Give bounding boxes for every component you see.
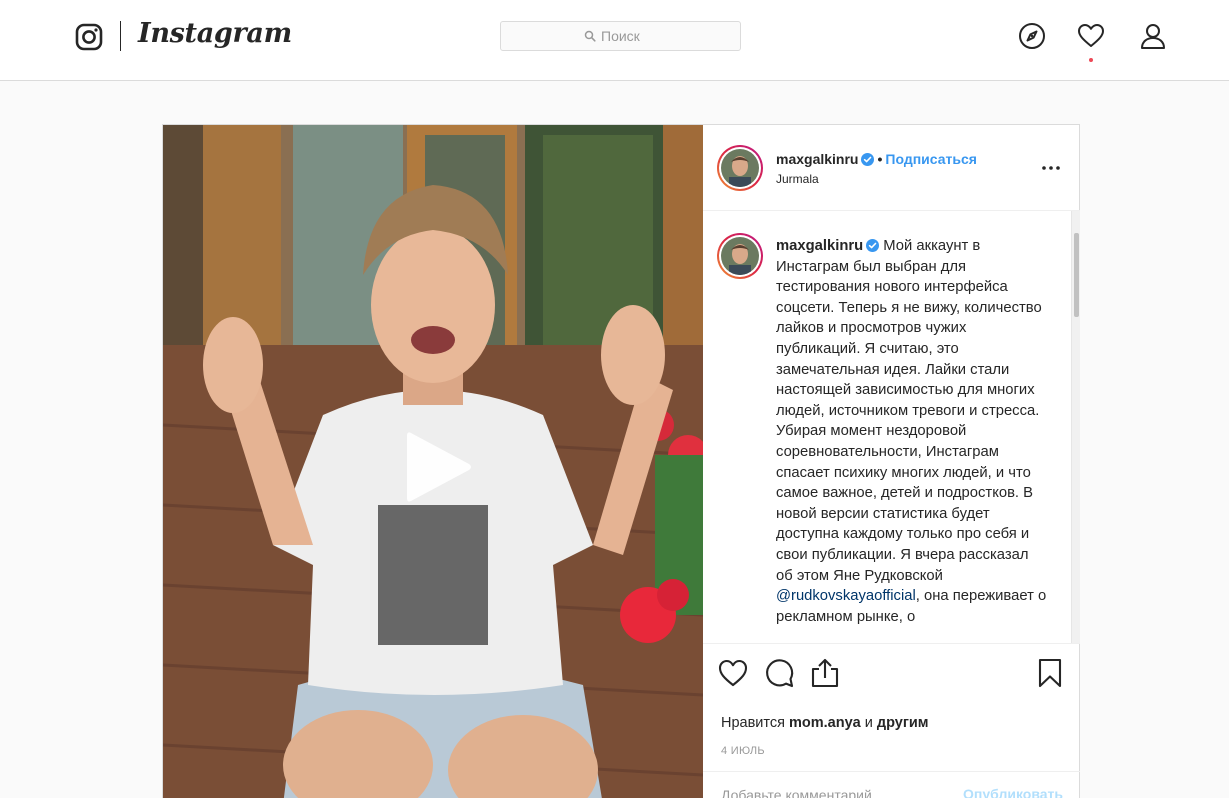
instagram-wordmark[interactable]: Instagram xyxy=(138,18,292,49)
likes-and: и xyxy=(864,715,873,731)
heart-icon[interactable] xyxy=(1077,22,1105,50)
dot-separator: • xyxy=(877,151,883,167)
comment-input[interactable] xyxy=(721,785,941,798)
profile-icon[interactable] xyxy=(1139,22,1167,50)
follow-button[interactable]: Подписаться xyxy=(885,151,977,167)
likes-others-link[interactable]: другим xyxy=(877,715,929,731)
header-user-line: maxgalkinru • Подписаться xyxy=(776,151,977,167)
post-date[interactable]: 4 ИЮЛЬ xyxy=(721,745,765,757)
likes-prefix: Нравится xyxy=(721,715,785,731)
post-caption: maxgalkinru Мой аккаунт в Инстаграм был … xyxy=(776,236,1048,627)
top-navigation: Instagram xyxy=(0,0,1229,81)
caption-avatar[interactable] xyxy=(717,233,763,279)
verified-badge-icon xyxy=(861,153,875,166)
post-header: maxgalkinru • Подписаться Jurmala xyxy=(703,125,1080,211)
username-link[interactable]: maxgalkinru xyxy=(776,151,858,167)
mention-link[interactable]: @rudkovskayaofficial xyxy=(776,588,916,604)
share-icon[interactable] xyxy=(809,657,841,689)
post-video[interactable] xyxy=(163,125,703,798)
instagram-glyph-icon[interactable] xyxy=(75,23,103,51)
more-options-icon[interactable] xyxy=(1040,158,1062,178)
location-link[interactable]: Jurmala xyxy=(776,172,819,186)
compass-icon[interactable] xyxy=(1018,22,1046,50)
avatar-image xyxy=(721,149,759,187)
likes-summary: Нравится mom.anya и другим xyxy=(721,715,929,731)
comments-area[interactable]: maxgalkinru Мой аккаунт в Инстаграм был … xyxy=(703,211,1080,643)
avatar[interactable] xyxy=(717,145,763,191)
post-actions: Нравится mom.anya и другим 4 ИЮЛЬ Опубли… xyxy=(703,643,1080,798)
verified-badge-icon xyxy=(866,239,880,252)
liker-username-link[interactable]: mom.anya xyxy=(789,715,861,731)
post-card: maxgalkinru • Подписаться Jurmala maxgal… xyxy=(162,124,1080,798)
comment-icon[interactable] xyxy=(763,657,795,689)
notification-dot xyxy=(1089,58,1093,62)
caption-username-link[interactable]: maxgalkinru xyxy=(776,238,863,254)
search-box[interactable] xyxy=(500,21,741,51)
add-comment-section: Опубликовать xyxy=(703,771,1080,798)
publish-button[interactable]: Опубликовать xyxy=(953,786,1063,798)
logo-divider xyxy=(120,21,121,51)
play-icon[interactable] xyxy=(399,427,479,507)
search-icon xyxy=(584,30,596,42)
caption-text: Мой аккаунт в Инстаграм был выбран для т… xyxy=(776,238,1042,584)
like-heart-icon[interactable] xyxy=(717,657,749,689)
avatar-image xyxy=(721,237,759,275)
post-sidebar: maxgalkinru • Подписаться Jurmala maxgal… xyxy=(703,125,1080,798)
bookmark-icon[interactable] xyxy=(1034,657,1066,689)
search-input[interactable] xyxy=(601,27,731,45)
scrollbar-thumb[interactable] xyxy=(1074,233,1079,317)
comments-scrollbar[interactable] xyxy=(1071,211,1080,643)
